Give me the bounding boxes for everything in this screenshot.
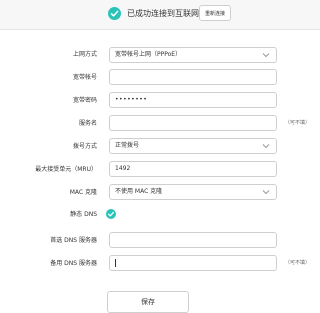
secondary-dns-optional-hint: （可不填） [285,260,311,266]
mac-clone-label: MAC 克隆 [69,189,97,196]
service-name-label: 服务名 [78,120,97,127]
mru-value: 1492 [115,165,131,172]
mac-clone-value: 不使用 MAC 克隆 [115,188,163,195]
connection-status-bar: 已成功连接到互联网 重新连接 [0,0,320,29]
divider [0,29,320,30]
connection-status-text: 已成功连接到互联网 [127,9,199,18]
chevron-down-icon [262,144,270,149]
access-mode-value: 宽带帐号上网（PPPoE） [115,51,182,58]
dial-mode-label: 拨号方式 [72,143,97,150]
text-caret [115,259,116,267]
static-dns-checkbox[interactable] [106,209,116,219]
static-dns-label: 静态 DNS [70,211,97,218]
account-input[interactable] [109,69,277,85]
primary-dns-input[interactable] [109,232,277,248]
service-name-optional-hint: （可不填） [285,120,311,126]
reconnect-button[interactable]: 重新连接 [199,5,231,21]
service-name-input[interactable] [109,115,277,131]
secondary-dns-label: 备用 DNS 服务器 [50,260,97,267]
primary-dns-label: 首选 DNS 服务器 [50,237,97,244]
password-label: 宽带密码 [72,97,97,104]
mac-clone-select[interactable]: 不使用 MAC 克隆 [109,184,277,200]
dial-mode-value: 正常拨号 [115,142,140,149]
password-value: •••••••• [115,96,148,103]
access-mode-select[interactable]: 宽带帐号上网（PPPoE） [109,47,277,63]
chevron-down-icon [262,190,270,195]
save-button[interactable]: 保存 [107,291,189,313]
check-icon [108,7,121,20]
password-input[interactable]: •••••••• [109,92,277,108]
secondary-dns-input[interactable] [109,255,277,271]
mru-label: 最大接受单元（MRU） [35,166,97,173]
check-icon [107,211,115,217]
mru-input[interactable]: 1492 [109,161,277,177]
dial-mode-select[interactable]: 正常拨号 [109,138,277,154]
access-mode-label: 上网方式 [72,51,97,58]
chevron-down-icon [262,53,270,58]
account-label: 宽带帐号 [72,74,97,81]
